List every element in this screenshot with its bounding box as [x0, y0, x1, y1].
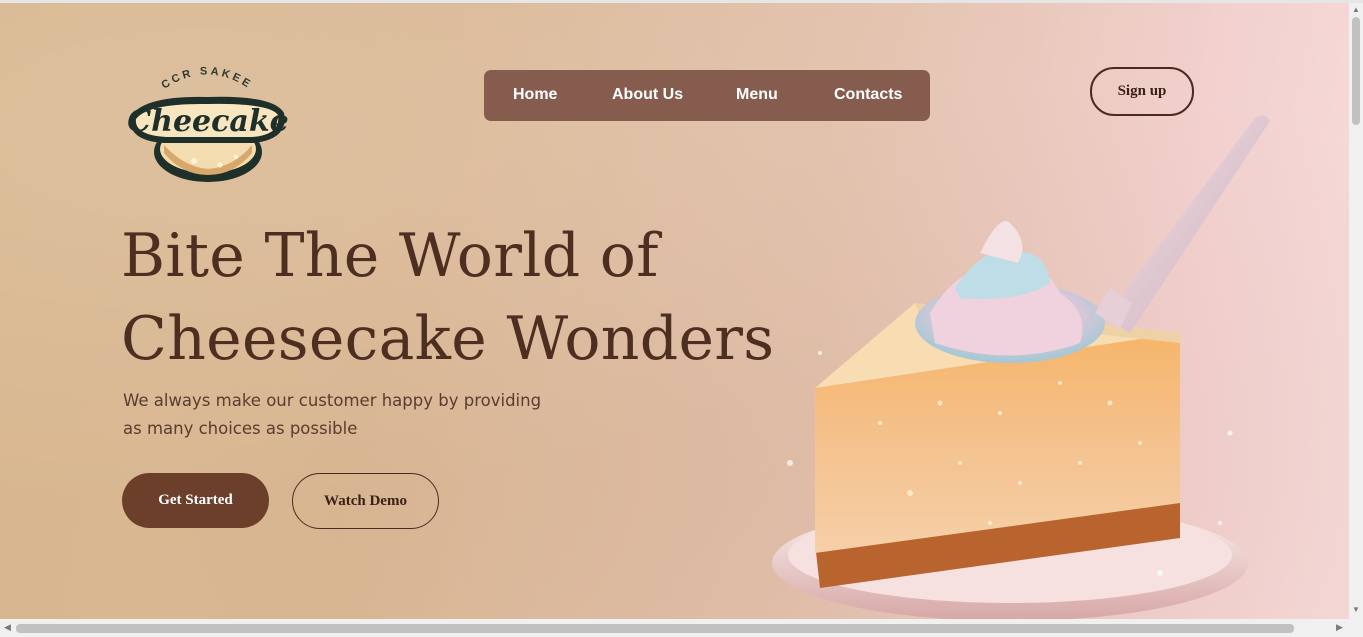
hero-title: Bite The World of Cheesecake Wonders	[121, 215, 841, 381]
scroll-up-arrow-icon[interactable]: ▲	[1352, 6, 1360, 14]
logo-arc-text: CCR SAKEE	[159, 65, 251, 91]
nav-menu-link[interactable]: Menu	[736, 86, 778, 104]
hero-subtitle-line2: as many choices as possible	[123, 419, 358, 438]
nav-about-us-link[interactable]: About Us	[612, 86, 683, 104]
scroll-down-arrow-icon[interactable]: ▼	[1352, 606, 1360, 614]
cheecake-logo[interactable]: CCR SAKEE Cheecake	[124, 57, 290, 185]
nav-contacts-link[interactable]: Contacts	[834, 86, 902, 104]
hero-subtitle: We always make our customer happy by pro…	[123, 387, 573, 443]
hero-title-line1: Bite The World of	[121, 221, 659, 291]
nav-home-link[interactable]: Home	[513, 86, 557, 104]
get-started-button[interactable]: Get Started	[122, 473, 269, 528]
vertical-scrollbar-thumb[interactable]	[1352, 17, 1360, 125]
svg-text:CCR SAKEE: CCR SAKEE	[159, 65, 254, 91]
watch-demo-button[interactable]: Watch Demo	[292, 473, 439, 529]
horizontal-scrollbar-thumb[interactable]	[16, 624, 1294, 633]
scrollbar-corner	[1349, 619, 1363, 637]
cheesecake-image	[772, 115, 1270, 619]
hero-subtitle-line1: We always make our customer happy by pro…	[123, 391, 542, 410]
horizontal-scrollbar[interactable]: ◀ ▶	[0, 619, 1349, 637]
vertical-scrollbar[interactable]: ▲ ▼	[1349, 3, 1363, 619]
logo-wordmark: Cheecake	[127, 104, 288, 139]
hero-page: CCR SAKEE Cheecake Home About Us Menu Co…	[0, 3, 1349, 619]
scroll-left-arrow-icon[interactable]: ◀	[4, 622, 11, 633]
hero-title-line2: Cheesecake Wonders	[121, 304, 775, 374]
scroll-right-arrow-icon[interactable]: ▶	[1336, 622, 1343, 633]
